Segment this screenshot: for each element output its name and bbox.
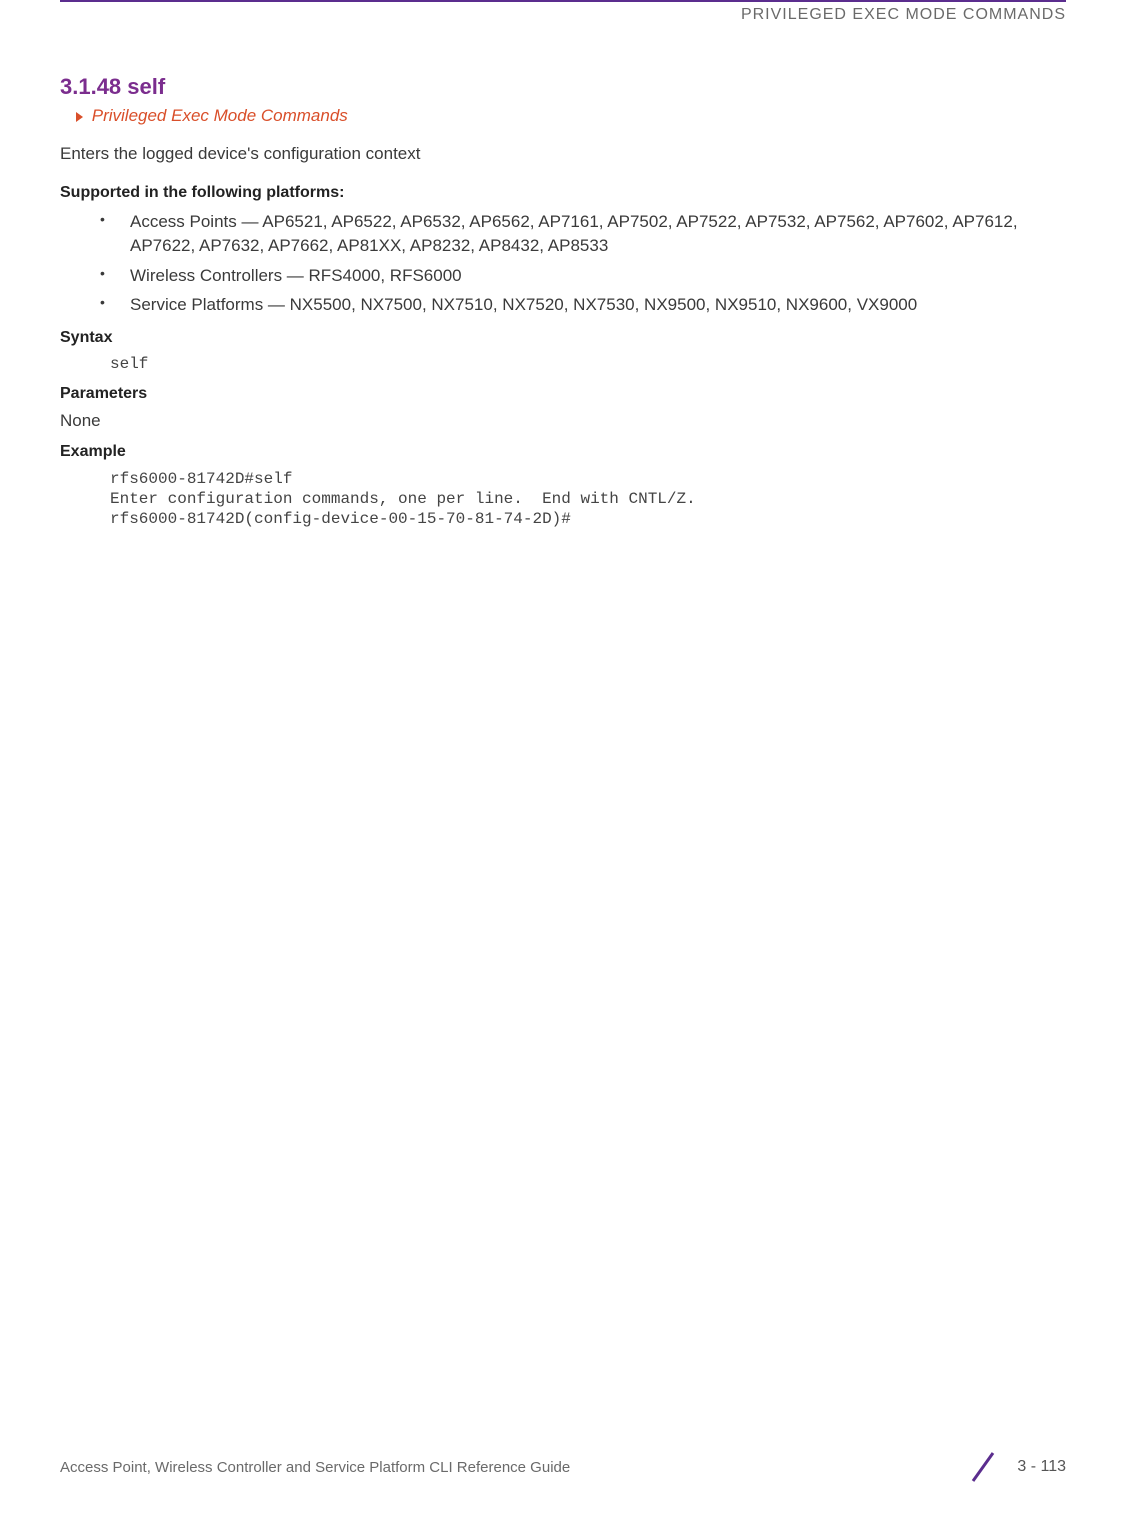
breadcrumb[interactable]: Privileged Exec Mode Commands — [76, 106, 1066, 126]
list-item: Access Points — AP6521, AP6522, AP6532, … — [100, 210, 1066, 258]
breadcrumb-link[interactable]: Privileged Exec Mode Commands — [92, 106, 348, 125]
list-item: Wireless Controllers — RFS4000, RFS6000 — [100, 264, 1066, 288]
slash-icon — [965, 1449, 1001, 1485]
page-footer: Access Point, Wireless Controller and Se… — [60, 1449, 1066, 1485]
syntax-code: self — [110, 355, 1066, 373]
chapter-title: PRIVILEGED EXEC MODE COMMANDS — [741, 6, 1066, 23]
chapter-header: PRIVILEGED EXEC MODE COMMANDS — [60, 0, 1066, 24]
arrow-right-icon — [76, 112, 83, 122]
example-code: rfs6000-81742D#self Enter configuration … — [110, 469, 1066, 529]
syntax-heading: Syntax — [60, 329, 1066, 347]
parameters-text: None — [60, 411, 1066, 431]
example-heading: Example — [60, 443, 1066, 461]
supported-list: Access Points — AP6521, AP6522, AP6532, … — [100, 210, 1066, 317]
section-description: Enters the logged device's configuration… — [60, 144, 1066, 164]
footer-right: 3 - 113 — [965, 1449, 1066, 1485]
list-item: Service Platforms — NX5500, NX7500, NX75… — [100, 293, 1066, 317]
supported-heading: Supported in the following platforms: — [60, 184, 1066, 202]
section-title: 3.1.48 self — [60, 74, 1066, 100]
parameters-heading: Parameters — [60, 385, 1066, 403]
page-number: 3 - 113 — [1017, 1458, 1066, 1476]
footer-doc-title: Access Point, Wireless Controller and Se… — [60, 1459, 570, 1476]
